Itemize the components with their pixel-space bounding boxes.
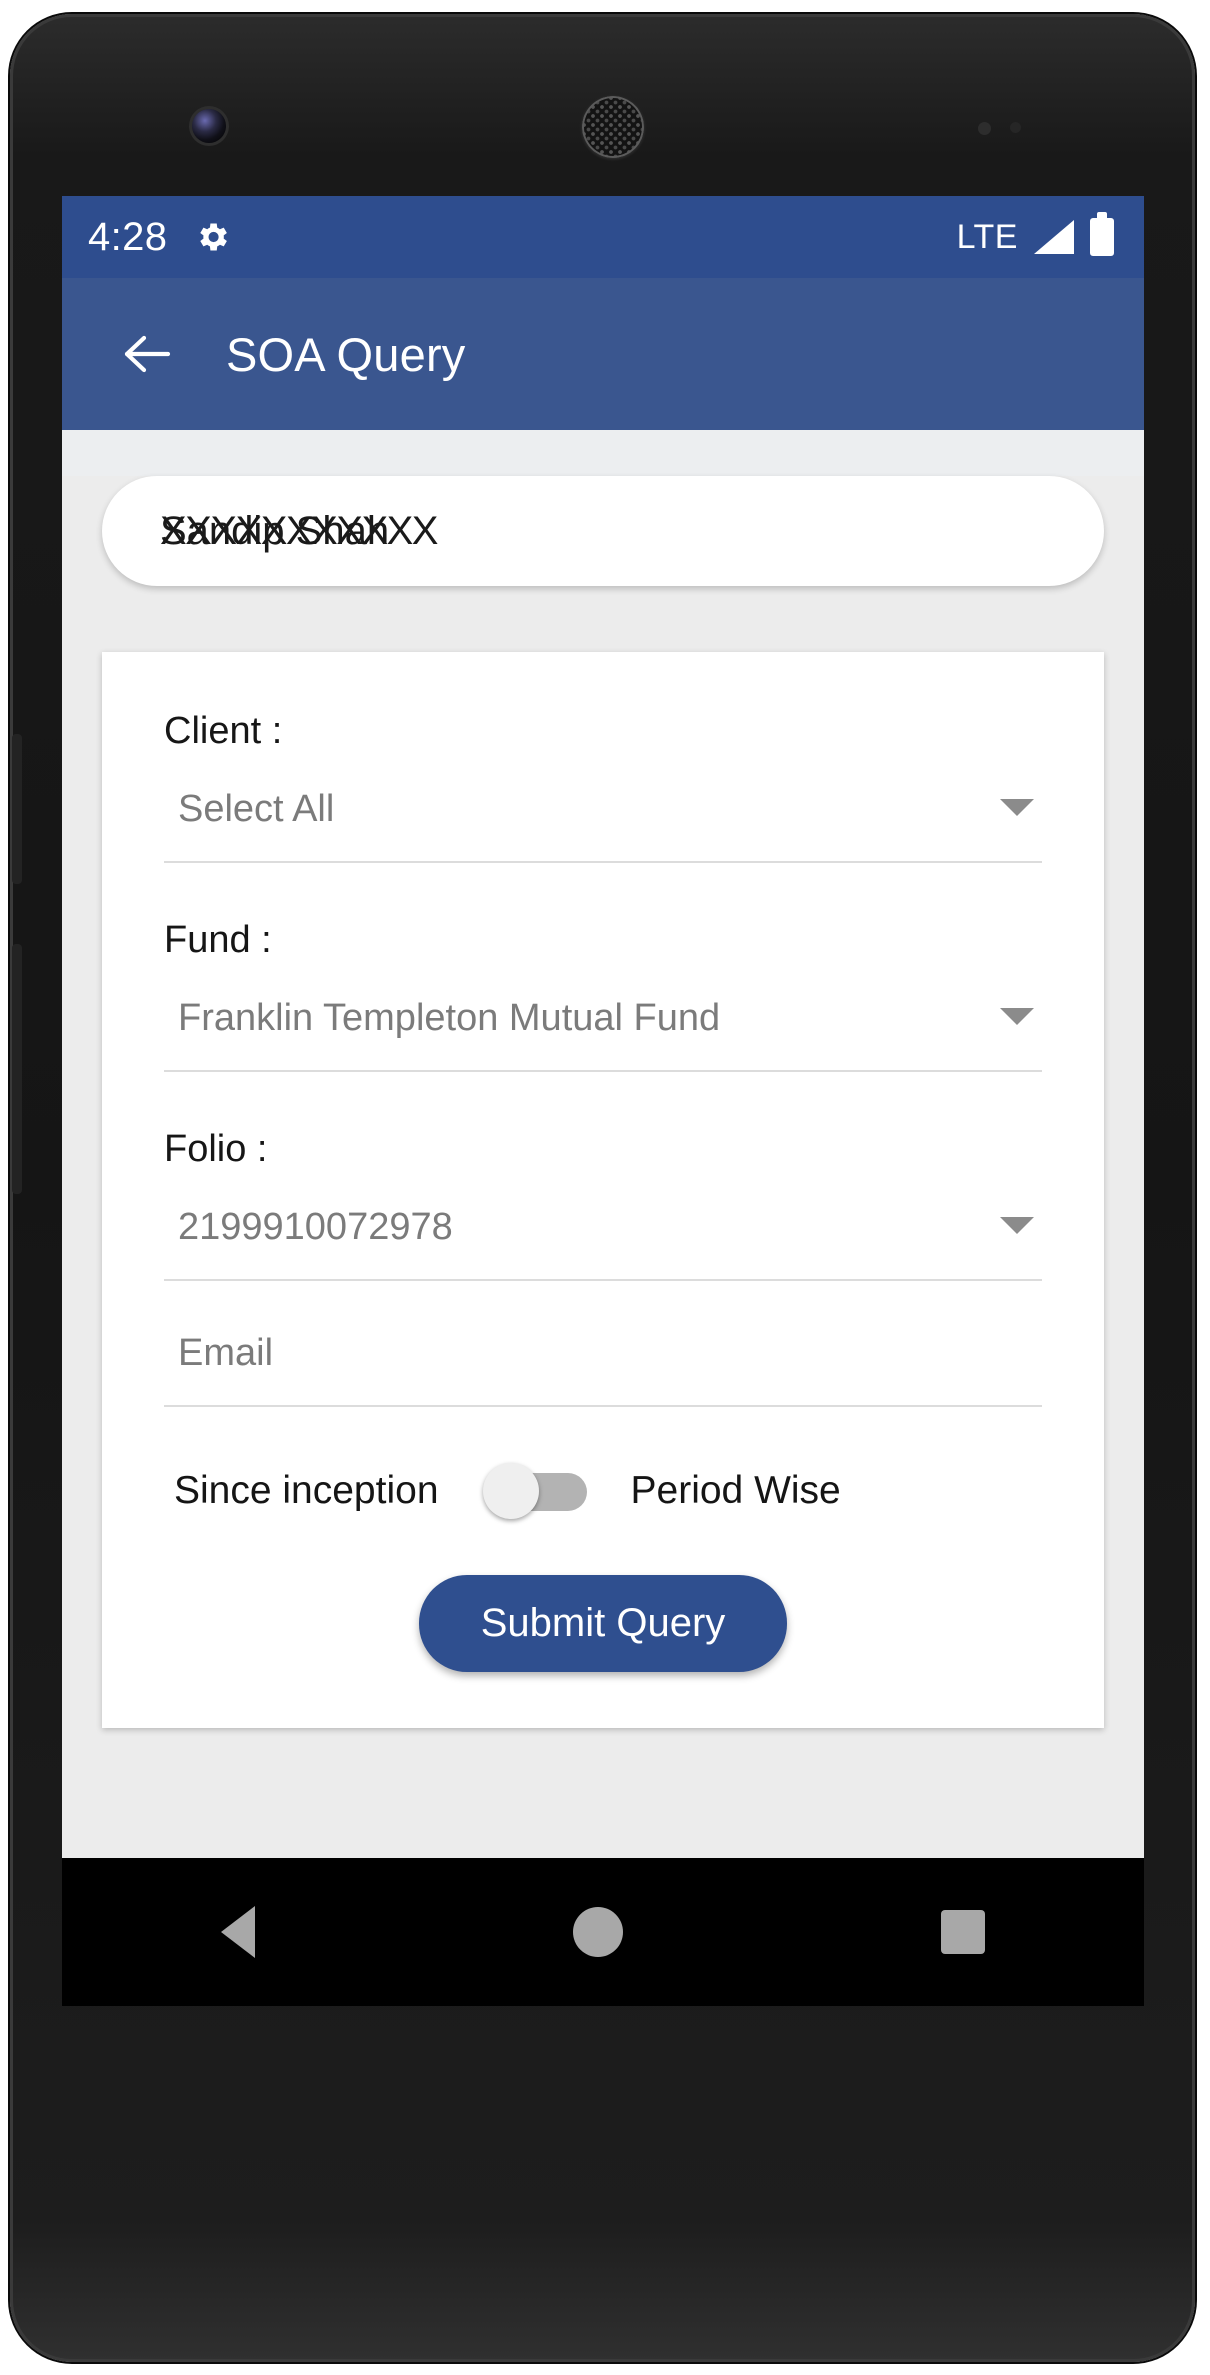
signal-bars-icon bbox=[1034, 220, 1074, 254]
folio-value: 2199910072978 bbox=[178, 1206, 453, 1248]
light-sensor-icon bbox=[1010, 122, 1021, 133]
submit-query-button[interactable]: Submit Query bbox=[418, 1575, 788, 1672]
nav-recents-icon[interactable] bbox=[941, 1910, 985, 1954]
phone-device-frame: 4:28 LTE SOA Query Sandip Shah XXXXXXXXX… bbox=[10, 14, 1195, 2362]
period-toggle-row: Since inception Period Wise bbox=[164, 1463, 1042, 1519]
status-bar-indicators: LTE bbox=[956, 212, 1114, 257]
fund-value: Franklin Templeton Mutual Fund bbox=[178, 997, 721, 1039]
volume-button[interactable] bbox=[12, 944, 22, 1194]
nav-back-icon[interactable] bbox=[221, 1906, 255, 1958]
email-field[interactable]: Email bbox=[164, 1327, 1042, 1407]
chevron-down-icon bbox=[1000, 799, 1034, 816]
client-value: Select All bbox=[178, 788, 335, 830]
chevron-down-icon bbox=[1000, 1217, 1034, 1234]
earpiece-speaker-icon bbox=[582, 96, 644, 158]
field-spacer bbox=[164, 863, 1042, 919]
screen-content: Sandip Shah XXXXXXXXXXX Client : Select … bbox=[62, 476, 1144, 1904]
toggle-knob[interactable] bbox=[482, 1463, 539, 1519]
status-bar: 4:28 LTE bbox=[62, 196, 1144, 278]
field-client: Client : Select All bbox=[164, 710, 1042, 863]
email-placeholder: Email bbox=[178, 1332, 274, 1374]
page-title: SOA Query bbox=[226, 327, 466, 381]
field-spacer bbox=[164, 1072, 1042, 1128]
front-camera-icon bbox=[192, 109, 226, 143]
field-email: Email bbox=[164, 1327, 1042, 1407]
app-bar: SOA Query bbox=[62, 278, 1144, 430]
status-bar-clock: 4:28 bbox=[88, 214, 168, 259]
period-toggle-switch[interactable] bbox=[482, 1463, 587, 1519]
phone-screen: 4:28 LTE SOA Query Sandip Shah XXXXXXXXX… bbox=[62, 196, 1144, 2006]
submit-button-wrap: Submit Query bbox=[164, 1575, 1042, 1672]
chevron-down-icon bbox=[1000, 1008, 1034, 1025]
query-form-card: Client : Select All Fund : Franklin Temp… bbox=[102, 652, 1104, 1728]
account-name-redaction-overlay: XXXXXXXXXXX bbox=[160, 509, 438, 553]
account-name-pill[interactable]: Sandip Shah XXXXXXXXXXX bbox=[102, 476, 1104, 586]
field-spacer bbox=[164, 1281, 1042, 1327]
back-arrow-icon[interactable] bbox=[120, 333, 174, 375]
folio-label: Folio : bbox=[164, 1128, 268, 1170]
since-inception-label: Since inception bbox=[174, 1469, 439, 1512]
field-fund: Fund : Franklin Templeton Mutual Fund bbox=[164, 919, 1042, 1072]
battery-icon bbox=[1090, 212, 1114, 256]
client-label: Client : bbox=[164, 710, 283, 752]
period-wise-label: Period Wise bbox=[630, 1469, 841, 1512]
client-dropdown[interactable]: Select All bbox=[164, 783, 1042, 863]
android-navigation-bar bbox=[62, 1858, 1144, 2006]
fund-dropdown[interactable]: Franklin Templeton Mutual Fund bbox=[164, 992, 1042, 1072]
power-button[interactable] bbox=[12, 734, 22, 884]
fund-label: Fund : bbox=[164, 919, 272, 961]
gear-icon bbox=[193, 218, 231, 256]
nav-home-icon[interactable] bbox=[573, 1907, 623, 1957]
field-folio: Folio : 2199910072978 bbox=[164, 1128, 1042, 1281]
folio-dropdown[interactable]: 2199910072978 bbox=[164, 1201, 1042, 1281]
network-type-label: LTE bbox=[956, 217, 1018, 256]
proximity-sensor-icon bbox=[978, 122, 991, 135]
